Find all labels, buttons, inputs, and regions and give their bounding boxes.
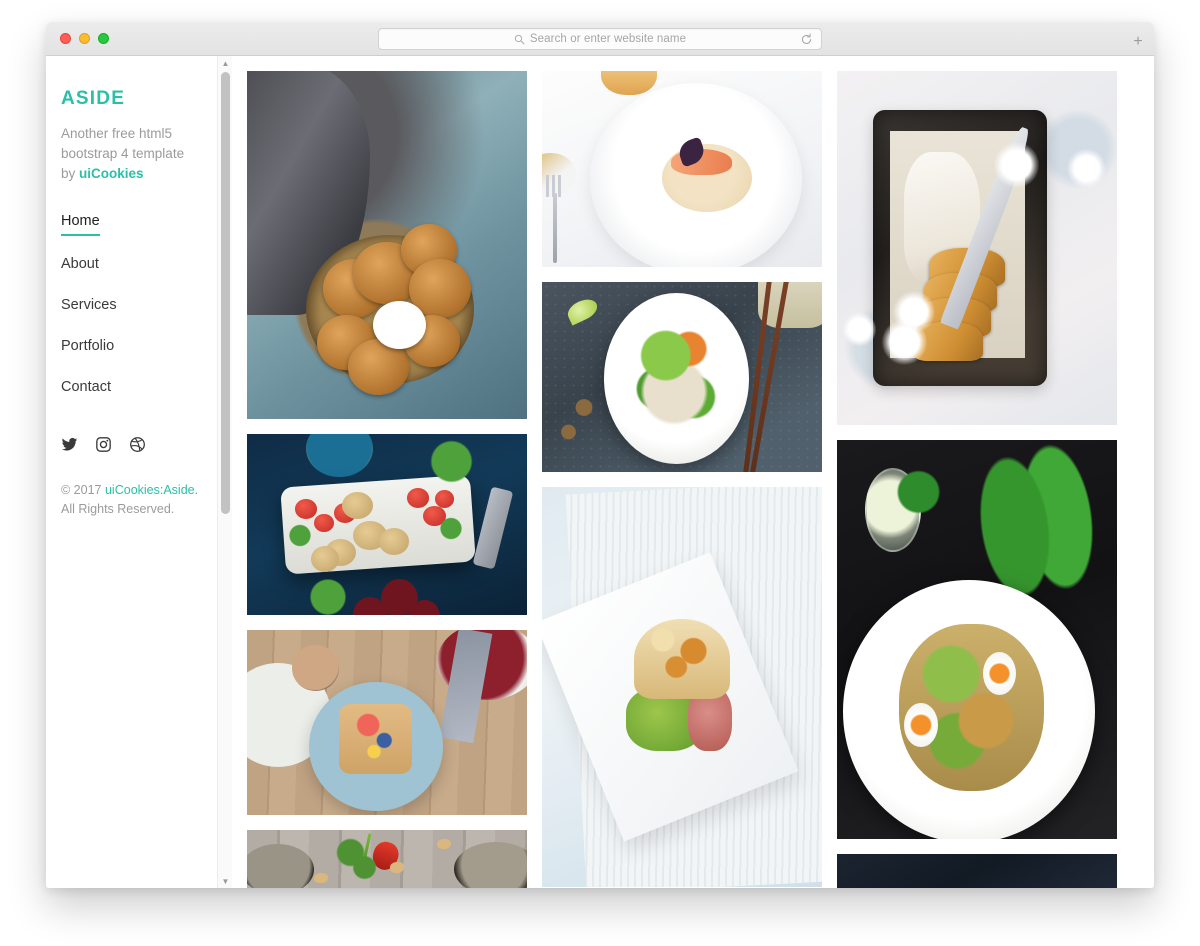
dribbble-icon[interactable] bbox=[129, 436, 146, 453]
reload-icon[interactable] bbox=[800, 33, 813, 46]
nav-item-home[interactable]: Home bbox=[61, 212, 232, 236]
social-links bbox=[61, 436, 146, 453]
photo-shrimp-plate bbox=[542, 71, 822, 267]
gallery-column-3 bbox=[837, 71, 1117, 888]
address-bar[interactable]: Search or enter website name bbox=[378, 28, 822, 50]
copyright-year: © 2017 bbox=[61, 483, 102, 497]
gallery-item-dark[interactable] bbox=[837, 854, 1117, 888]
photo-chili-bowls bbox=[247, 829, 527, 888]
window-controls[interactable] bbox=[60, 33, 109, 44]
photo-cheese-board bbox=[247, 434, 527, 615]
zoom-window-button[interactable] bbox=[98, 33, 109, 44]
minimize-window-button[interactable] bbox=[79, 33, 90, 44]
scroll-down-arrow-icon[interactable]: ▼ bbox=[218, 874, 233, 888]
gallery-item-burger[interactable] bbox=[542, 487, 822, 887]
site-brand[interactable]: ASIDE bbox=[61, 88, 232, 110]
nav-item-portfolio[interactable]: Portfolio bbox=[61, 337, 232, 359]
page-viewport: ASIDE Another free html5 bootstrap 4 tem… bbox=[46, 56, 1154, 888]
close-window-button[interactable] bbox=[60, 33, 71, 44]
photo-burger-plate bbox=[542, 487, 822, 887]
gallery-column-2 bbox=[542, 71, 822, 888]
sidebar-item-portfolio[interactable]: Portfolio bbox=[61, 338, 114, 359]
tagline-line-1: Another free html5 bbox=[61, 126, 173, 141]
scroll-up-arrow-icon[interactable]: ▲ bbox=[218, 56, 233, 70]
sidebar: ASIDE Another free html5 bootstrap 4 tem… bbox=[46, 56, 232, 888]
search-icon bbox=[514, 34, 525, 44]
photo-stollen-tray bbox=[837, 71, 1117, 426]
gallery-column-1 bbox=[247, 71, 527, 888]
gallery-item-chili-bowls[interactable] bbox=[247, 829, 527, 888]
instagram-icon[interactable] bbox=[95, 436, 112, 453]
sidebar-item-home[interactable]: Home bbox=[61, 213, 100, 236]
nav-item-about[interactable]: About bbox=[61, 255, 232, 277]
gallery-item-caesar[interactable] bbox=[837, 440, 1117, 840]
browser-titlebar: Search or enter website name + bbox=[46, 22, 1154, 56]
gallery-item-cookies[interactable] bbox=[247, 71, 527, 420]
tagline-by: by bbox=[61, 166, 76, 181]
nav-item-services[interactable]: Services bbox=[61, 296, 232, 318]
photo-cookies bbox=[247, 71, 527, 420]
site-tagline: Another free html5 bootstrap 4 template … bbox=[61, 124, 213, 184]
copyright-rights: All Rights Reserved. bbox=[61, 502, 175, 516]
screenshot-root: Search or enter website name + ASIDE Ano… bbox=[0, 0, 1200, 946]
address-bar-content: Search or enter website name bbox=[514, 33, 686, 45]
photo-gallery bbox=[232, 56, 1154, 888]
photo-dark bbox=[837, 854, 1117, 888]
sidebar-item-services[interactable]: Services bbox=[61, 297, 117, 318]
scrollbar-thumb[interactable] bbox=[221, 72, 230, 514]
nav-item-contact[interactable]: Contact bbox=[61, 378, 232, 400]
gallery-item-breakfast[interactable] bbox=[247, 629, 527, 815]
sidebar-scrollbar[interactable]: ▲ ▼ bbox=[217, 56, 232, 888]
sidebar-item-contact[interactable]: Contact bbox=[61, 379, 111, 400]
photo-breakfast-waffles bbox=[247, 629, 527, 815]
copyright-link[interactable]: uiCookies:Aside. bbox=[105, 483, 198, 497]
twitter-icon[interactable] bbox=[61, 436, 78, 453]
sidebar-nav: Home About Services Portfolio Contact bbox=[61, 212, 232, 400]
gallery-item-noodles[interactable] bbox=[542, 282, 822, 472]
new-tab-button[interactable]: + bbox=[1125, 30, 1151, 54]
gallery-item-shrimp[interactable] bbox=[542, 71, 822, 267]
gallery-item-stollen[interactable] bbox=[837, 71, 1117, 426]
browser-window: Search or enter website name + ASIDE Ano… bbox=[46, 22, 1154, 888]
gallery-item-board[interactable] bbox=[247, 434, 527, 615]
photo-caesar-salad bbox=[837, 440, 1117, 840]
copyright: © 2017 uiCookies:Aside. All Rights Reser… bbox=[61, 481, 198, 519]
address-bar-placeholder: Search or enter website name bbox=[529, 33, 687, 45]
tagline-line-2: bootstrap 4 template bbox=[61, 146, 185, 161]
tagline-link-uicookies[interactable]: uiCookies bbox=[79, 166, 144, 181]
sidebar-item-about[interactable]: About bbox=[61, 256, 99, 277]
photo-noodle-bowl bbox=[542, 282, 822, 472]
